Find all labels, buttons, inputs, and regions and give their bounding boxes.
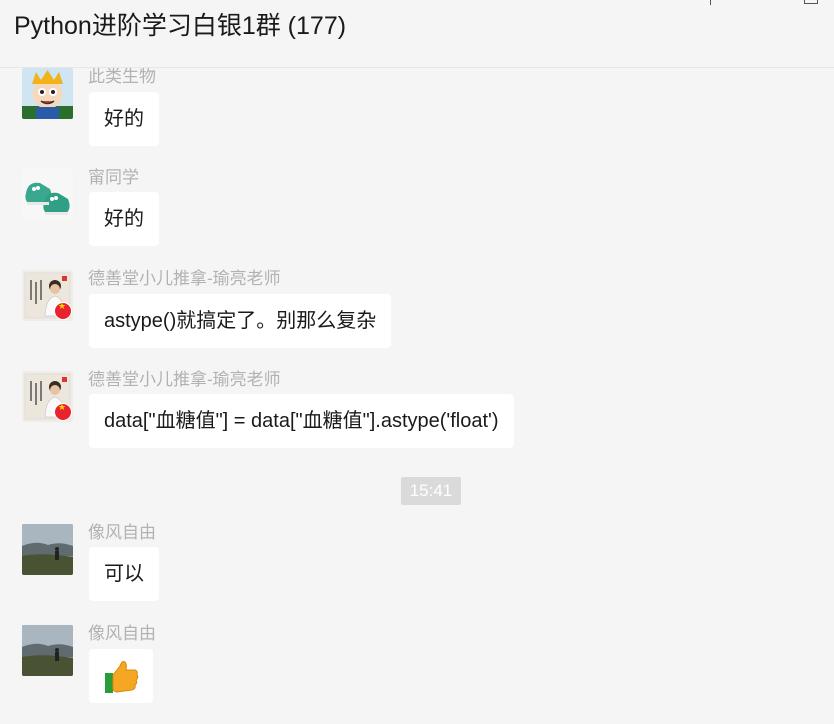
sender-name: 甯同学 bbox=[88, 168, 139, 187]
minimize-icon[interactable] bbox=[710, 0, 711, 5]
landscape-avatar-icon bbox=[22, 625, 73, 676]
sender-name: 像风自由 bbox=[88, 523, 156, 542]
page-title: Python进阶学习白银1群 (177) bbox=[14, 12, 347, 40]
message-timestamp: 15:41 bbox=[401, 477, 461, 505]
landscape-avatar-icon bbox=[22, 524, 73, 575]
message-bubble[interactable]: 可以 bbox=[89, 547, 159, 601]
sender-name: 像风自由 bbox=[88, 624, 156, 643]
avatar[interactable] bbox=[22, 371, 73, 422]
china-flag-icon bbox=[54, 301, 72, 320]
sender-name: 德善堂小儿推拿-瑜亮老师 bbox=[88, 370, 281, 389]
china-flag-icon bbox=[54, 402, 72, 421]
sender-name: 德善堂小儿推拿-瑜亮老师 bbox=[88, 269, 281, 288]
maximize-icon[interactable] bbox=[804, 0, 818, 4]
avatar[interactable] bbox=[22, 68, 73, 119]
message-bubble[interactable]: astype()就搞定了。别那么复杂 bbox=[89, 294, 392, 348]
message-bubble[interactable] bbox=[89, 649, 153, 703]
message-bubble[interactable]: 好的 bbox=[89, 192, 159, 246]
thumbs-up-icon bbox=[105, 661, 139, 693]
avatar[interactable] bbox=[22, 524, 73, 575]
message-bubble[interactable]: 好的 bbox=[89, 92, 159, 146]
avatar[interactable] bbox=[22, 270, 73, 321]
cartoon-king-avatar-icon bbox=[22, 68, 73, 119]
avatar[interactable] bbox=[22, 169, 73, 220]
chat-message-area[interactable]: 此类生物 好的 甯同学 好的 德善堂小儿推 bbox=[0, 0, 834, 703]
green-shoes-avatar-icon bbox=[22, 169, 73, 220]
avatar[interactable] bbox=[22, 625, 73, 676]
chat-header: Python进阶学习白银1群 (177) bbox=[0, 0, 834, 68]
message-bubble[interactable]: data["血糖值"] = data["血糖值"].astype('float'… bbox=[89, 394, 514, 448]
